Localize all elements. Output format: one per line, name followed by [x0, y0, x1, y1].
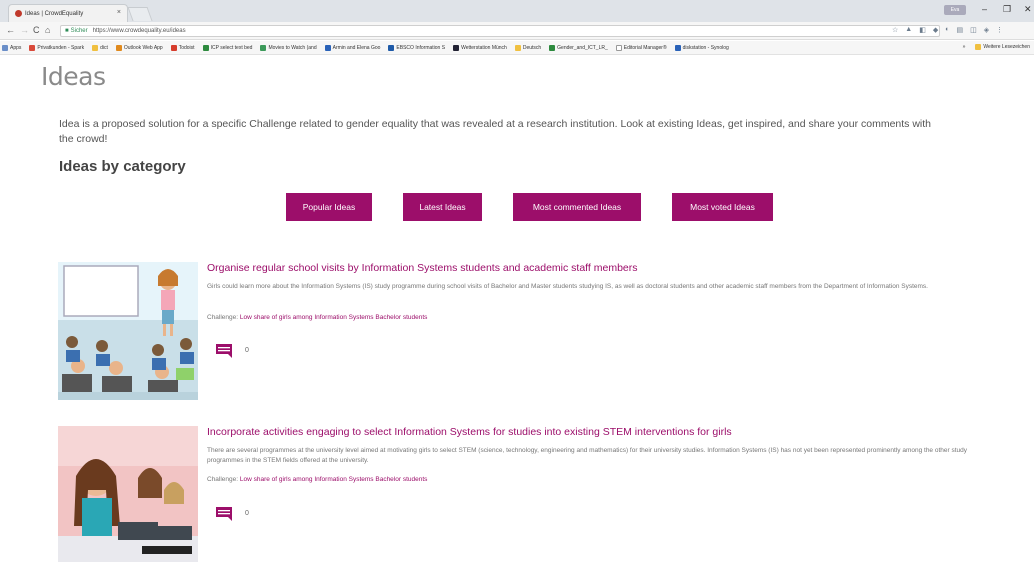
most-commented-ideas-button[interactable]: Most commented Ideas [513, 193, 641, 221]
apps-icon [2, 44, 8, 51]
category-filters: Popular Ideas Latest Ideas Most commente… [0, 193, 1034, 221]
section-title: Ideas by category [59, 158, 186, 175]
bookmark-icon [324, 44, 331, 51]
bookmark-apps[interactable]: Apps [2, 44, 21, 51]
folder-icon [975, 44, 982, 50]
comment-icon[interactable] [216, 344, 232, 358]
secure-label: Sicher [70, 28, 88, 34]
idea-image-girls-computers[interactable] [58, 426, 198, 562]
menu-icon[interactable]: ⋮ [996, 26, 1003, 34]
browser-tab-bar: Ideas | CrowdEquality × Eva – ❐ ✕ [0, 0, 1034, 22]
idea-description: Girls could learn more about the Informa… [207, 283, 928, 290]
bookmarks-bar: Apps Privatkunden - Spark dict Outlook W… [0, 41, 1034, 55]
extension-icon[interactable]: ◧ [919, 26, 926, 34]
comment-icon[interactable] [216, 507, 232, 521]
favicon-icon [15, 10, 22, 17]
challenge-link[interactable]: Low share of girls among Information Sys… [240, 314, 428, 321]
extension-icon[interactable]: ◈ [984, 26, 989, 34]
idea-description: There are several programmes at the univ… [207, 447, 968, 464]
folder-icon [514, 44, 521, 51]
lock-icon: ■ [65, 28, 69, 34]
bookmark-icon [453, 44, 460, 51]
bookmark-icon [615, 44, 622, 51]
bookmark-icon [260, 44, 267, 51]
new-tab-button[interactable] [127, 7, 153, 21]
home-icon[interactable]: ⌂ [45, 25, 50, 35]
most-voted-ideas-button[interactable]: Most voted Ideas [672, 193, 773, 221]
url-input[interactable]: ■ Sicher https://www.crowdequality.eu/id… [60, 25, 940, 37]
bookmark-item[interactable]: Wetterstation Münch [453, 44, 507, 51]
idea-challenge: Challenge: Low share of girls among Info… [207, 476, 427, 483]
page-title: Ideas [41, 62, 106, 91]
idea-card: Organise regular school visits by Inform… [58, 262, 998, 402]
reload-icon[interactable]: C [33, 25, 40, 35]
idea-title-link[interactable]: Incorporate activities engaging to selec… [207, 426, 732, 438]
bookmark-icon [115, 44, 122, 51]
bookmark-item[interactable]: Armin and Elena Goo [324, 44, 380, 51]
bookmark-item[interactable]: Gender_and_ICT_LR_ [549, 44, 608, 51]
extension-icon[interactable]: ◫ [970, 26, 977, 34]
bookmark-item[interactable]: Deutsch [514, 44, 541, 51]
minimize-icon[interactable]: – [982, 4, 987, 14]
tab-title: Ideas | CrowdEquality [25, 10, 84, 17]
comment-count: 0 [245, 347, 249, 354]
bookmark-icon [674, 44, 681, 51]
extension-icon[interactable]: ◐ [945, 26, 949, 34]
bookmarks-overflow-icon[interactable]: » [963, 44, 966, 50]
folder-icon [92, 44, 99, 51]
popular-ideas-button[interactable]: Popular Ideas [286, 193, 372, 221]
extension-icon[interactable]: ▲ [905, 26, 912, 34]
bookmark-item[interactable]: Privatkunden - Spark [29, 44, 84, 51]
idea-challenge: Challenge: Low share of girls among Info… [207, 314, 427, 321]
bookmark-item[interactable]: Editorial Manager® [615, 44, 667, 51]
bookmark-item[interactable]: dict [92, 44, 108, 51]
bookmark-item[interactable]: ICP select text bed [202, 44, 252, 51]
bookmark-item[interactable]: EBSCO Information S [388, 44, 445, 51]
extension-icons: ☆ ▲ ◧ ◆ ◐ ▤ ◫ ◈ ⋮ [892, 26, 1003, 34]
extension-icon[interactable]: ◆ [933, 26, 938, 34]
latest-ideas-button[interactable]: Latest Ideas [403, 193, 482, 221]
bookmark-icon [388, 44, 395, 51]
profile-chip[interactable]: Eva [944, 5, 966, 15]
challenge-label: Challenge: [207, 476, 239, 483]
address-bar: ← → C ⌂ ■ Sicher https://www.crowdequali… [0, 22, 1034, 40]
extension-icon[interactable]: ▤ [956, 26, 963, 34]
bookmark-icon [549, 44, 556, 51]
back-icon[interactable]: ← [6, 25, 15, 35]
intro-text: Idea is a proposed solution for a specif… [59, 118, 932, 145]
bookmark-item[interactable]: Outlook Web App [115, 44, 163, 51]
tab-close-icon[interactable]: × [117, 9, 121, 16]
idea-card: Incorporate activities engaging to selec… [58, 426, 998, 562]
challenge-label: Challenge: [207, 314, 239, 321]
url-text: https://www.crowdequality.eu/ideas [92, 28, 186, 34]
window-close-icon[interactable]: ✕ [1024, 4, 1032, 15]
maximize-icon[interactable]: ❐ [1003, 4, 1011, 15]
star-icon[interactable]: ☆ [892, 26, 898, 34]
challenge-link[interactable]: Low share of girls among Information Sys… [240, 476, 428, 483]
idea-image-classroom[interactable] [58, 262, 198, 400]
forward-icon[interactable]: → [20, 25, 29, 35]
browser-tab[interactable]: Ideas | CrowdEquality × [8, 4, 128, 22]
bookmark-item[interactable]: Todoist [170, 44, 195, 51]
bookmark-item[interactable]: Movies to Watch (and [260, 44, 317, 51]
bookmark-item[interactable]: diskstation - Synolog [674, 44, 729, 51]
bookmark-icon [170, 44, 177, 51]
other-bookmarks[interactable]: » Weitere Lesezeichen [958, 44, 1030, 50]
bookmark-icon [29, 44, 36, 51]
idea-title-link[interactable]: Organise regular school visits by Inform… [207, 262, 638, 274]
comment-count: 0 [245, 510, 249, 517]
bookmark-icon [202, 44, 209, 51]
